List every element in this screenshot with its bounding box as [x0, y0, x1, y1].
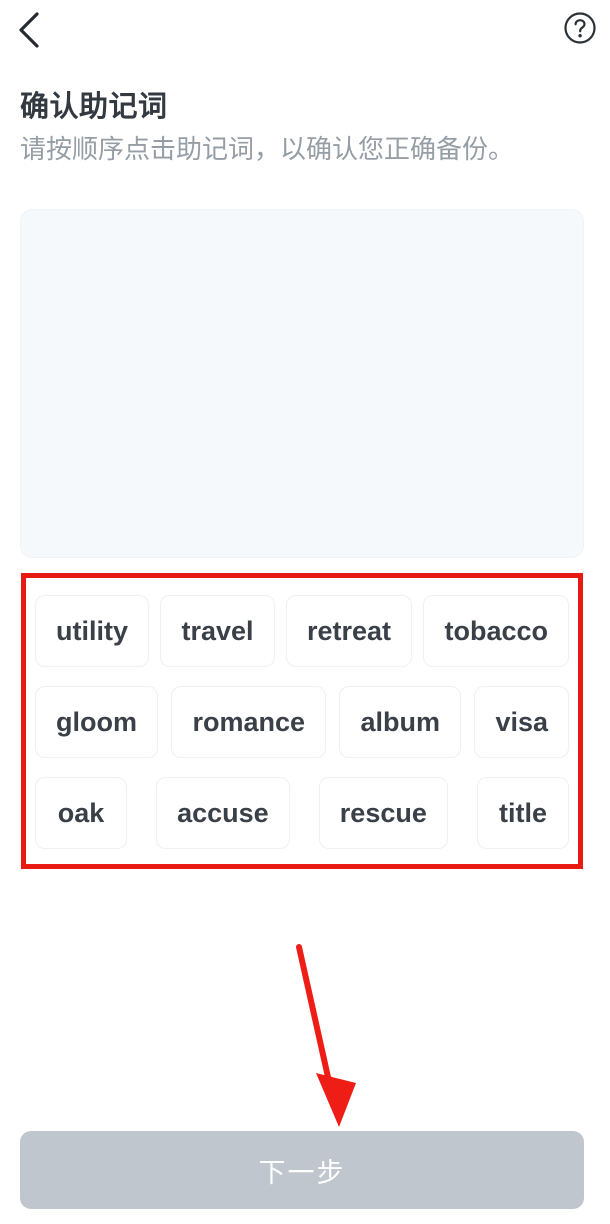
word-chip[interactable]: romance — [171, 686, 327, 758]
back-button[interactable] — [4, 4, 54, 56]
word-chip[interactable]: album — [339, 686, 461, 758]
word-chip[interactable]: visa — [474, 686, 569, 758]
word-bank-row: gloom romance album visa — [35, 686, 569, 758]
word-chip[interactable]: travel — [160, 595, 275, 667]
top-bar — [0, 0, 610, 62]
question-mark-circle-icon — [563, 11, 597, 45]
page-title: 确认助记词 — [20, 91, 168, 123]
word-bank: utility travel retreat tobacco gloom rom… — [21, 573, 583, 869]
word-chip[interactable]: tobacco — [423, 595, 569, 667]
word-chip[interactable]: accuse — [156, 777, 290, 849]
word-chip[interactable]: oak — [35, 777, 127, 849]
word-chip[interactable]: gloom — [35, 686, 158, 758]
help-button[interactable] — [562, 10, 598, 46]
annotation-arrow — [270, 930, 380, 1135]
word-chip[interactable]: title — [476, 777, 569, 849]
word-chip[interactable]: rescue — [318, 777, 448, 849]
page-subtitle: 请按顺序点击助记词，以确认您正确备份。 — [20, 134, 515, 164]
word-chip[interactable]: utility — [35, 595, 149, 667]
chevron-left-icon — [16, 11, 42, 49]
word-bank-row: utility travel retreat tobacco — [35, 595, 569, 667]
next-button[interactable]: 下一步 — [20, 1131, 584, 1209]
confirm-mnemonic-screen: 确认助记词 请按顺序点击助记词，以确认您正确备份。 utility travel… — [0, 0, 610, 1224]
word-chip[interactable]: retreat — [285, 595, 413, 667]
selected-words-panel[interactable] — [20, 209, 584, 558]
word-bank-row: oak accuse rescue title — [35, 777, 569, 849]
